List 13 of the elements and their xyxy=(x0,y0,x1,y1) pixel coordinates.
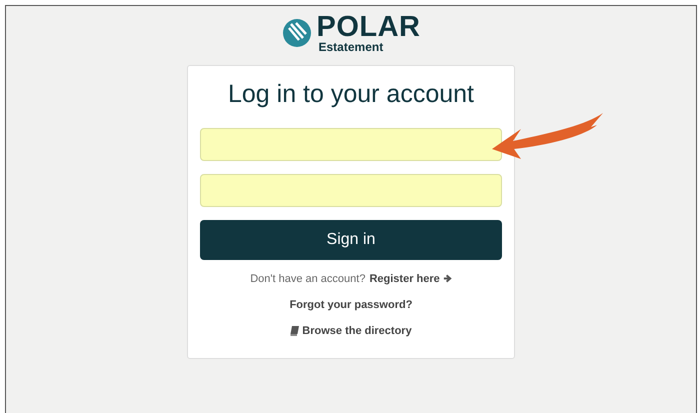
directory-link[interactable]: Browse the directory xyxy=(290,324,412,336)
logo-name: POLAR xyxy=(316,13,420,41)
sign-in-button[interactable]: Sign in xyxy=(200,220,502,260)
register-link[interactable]: Register here xyxy=(369,272,452,284)
logo-icon xyxy=(282,18,312,48)
input-field[interactable] xyxy=(200,128,502,161)
forgot-password-link[interactable]: Forgot your password? xyxy=(290,298,412,310)
login-title: Log in to your account xyxy=(228,80,474,110)
book-icon xyxy=(290,326,300,336)
logo-tagline: Estatement xyxy=(318,41,384,53)
input-field[interactable] xyxy=(200,174,502,207)
arrow-right-icon xyxy=(442,274,452,283)
register-prompt: Don't have an account? xyxy=(250,272,366,284)
